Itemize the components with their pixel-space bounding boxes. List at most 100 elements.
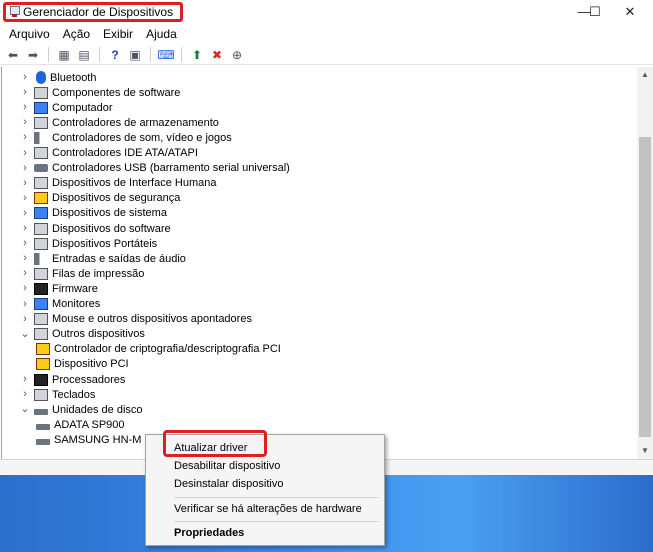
tree-item-label: Firmware: [52, 282, 98, 295]
close-button[interactable]: ✕: [607, 0, 653, 24]
tree-row[interactable]: › Dispositivos de sistema: [20, 206, 167, 221]
chevron-right-icon[interactable]: ›: [20, 70, 30, 85]
tree-row[interactable]: › Dispositivos Portáteis: [20, 236, 157, 251]
toolbar-separator: [150, 47, 151, 62]
chevron-right-icon[interactable]: ›: [20, 130, 30, 145]
tree-item-label: Bluetooth: [50, 71, 97, 84]
chevron-right-icon[interactable]: ›: [20, 297, 30, 312]
menu-acao[interactable]: Ação: [62, 26, 91, 42]
tree-row[interactable]: › Componentes de software: [20, 85, 180, 100]
toolbar: ⬅ ➡ ▦ ▤ ? ▣ ⌨ ⬆ ✖ ⊕: [0, 45, 653, 65]
tree-row[interactable]: › Dispositivos de segurança: [20, 191, 180, 206]
tree-item-label: Teclados: [52, 388, 96, 401]
tree-item-label: Dispositivos de Interface Humana: [52, 177, 217, 190]
properties-grid-icon[interactable]: ▦: [55, 46, 73, 63]
menu-ajuda[interactable]: Ajuda: [145, 26, 178, 42]
tree-item-label: Computador: [52, 101, 113, 114]
firmware-icon: [34, 282, 48, 295]
tree-row[interactable]: ADATA SP900: [36, 417, 125, 432]
update-driver-highlight: [163, 430, 267, 457]
system-device-icon: [34, 207, 48, 220]
tree-item-label: Entradas e saídas de áudio: [52, 252, 186, 265]
update-driver-icon[interactable]: ⊕: [228, 46, 246, 63]
software-component-icon: [34, 86, 48, 99]
chevron-down-icon[interactable]: ⌄: [20, 327, 30, 342]
scroll-down-icon[interactable]: ▼: [637, 443, 653, 459]
tree-row[interactable]: › Firmware: [20, 281, 98, 296]
context-disable-device[interactable]: Desabilitar dispositivo: [146, 457, 384, 475]
tree-row[interactable]: › Mouse e outros dispositivos apontadores: [20, 312, 252, 327]
vertical-scrollbar[interactable]: ▲ ▼: [637, 67, 653, 459]
chevron-right-icon[interactable]: ›: [20, 236, 30, 251]
context-properties[interactable]: Propriedades: [146, 524, 384, 542]
chevron-right-icon[interactable]: ›: [20, 221, 30, 236]
disk-drive-icon: [34, 408, 48, 415]
forward-icon[interactable]: ➡: [24, 46, 42, 63]
tree-row[interactable]: › Entradas e saídas de áudio: [20, 251, 186, 266]
tree-row[interactable]: › Teclados: [20, 387, 95, 402]
storage-controller-icon: [34, 116, 48, 129]
tree-row[interactable]: ⌄ Outros dispositivos: [20, 327, 145, 342]
toolbar-separator: [48, 47, 49, 62]
menu-bar: Arquivo Ação Exibir Ajuda: [0, 25, 653, 43]
context-uninstall-device[interactable]: Desinstalar dispositivo: [146, 475, 384, 493]
chevron-right-icon[interactable]: ›: [20, 251, 30, 266]
tree-row[interactable]: › Filas de impressão: [20, 266, 144, 281]
tree-item-label: Componentes de software: [52, 86, 181, 99]
chevron-right-icon[interactable]: ›: [20, 161, 30, 176]
chevron-right-icon[interactable]: ›: [20, 206, 30, 221]
chevron-right-icon[interactable]: ›: [20, 100, 30, 115]
chevron-down-icon[interactable]: ⌄: [20, 402, 30, 417]
bluetooth-icon: [36, 71, 46, 84]
tree-item-label: Dispositivo PCI: [54, 358, 129, 371]
scroll-up-icon[interactable]: ▲: [637, 67, 653, 83]
context-scan-hardware[interactable]: Verificar se há alterações de hardware: [146, 500, 384, 518]
tree-item-label: Monitores: [52, 298, 101, 310]
scroll-thumb[interactable]: [639, 137, 651, 437]
chevron-right-icon[interactable]: ›: [20, 146, 30, 161]
add-driver-icon[interactable]: ⬆: [188, 46, 206, 63]
chevron-right-icon[interactable]: ›: [20, 115, 30, 130]
tree-row[interactable]: › Monitores: [20, 297, 100, 312]
device-manager-app-icon: [9, 6, 20, 18]
chevron-right-icon[interactable]: ›: [20, 372, 30, 387]
tree-row[interactable]: › Computador: [20, 100, 113, 115]
tree-item-label: Filas de impressão: [52, 267, 145, 280]
back-icon[interactable]: ⬅: [4, 46, 22, 63]
tree-row[interactable]: ⌄ Unidades de disco: [20, 402, 142, 417]
chevron-right-icon[interactable]: ›: [20, 266, 30, 281]
menu-arquivo[interactable]: Arquivo: [8, 26, 51, 42]
ide-icon: [34, 147, 48, 159]
chevron-right-icon[interactable]: ›: [20, 176, 30, 191]
tree-item-label: SAMSUNG HN-M: [54, 433, 142, 446]
tree-row[interactable]: SAMSUNG HN-M: [36, 432, 141, 447]
tree-row[interactable]: › Controladores de armazenamento: [20, 115, 219, 130]
printer-icon: [34, 267, 48, 280]
disk-drive-icon: [36, 438, 50, 445]
usb-icon: [34, 164, 48, 173]
tree-row[interactable]: › Processadores: [20, 372, 125, 387]
tree-row[interactable]: › Dispositivos de Interface Humana: [20, 176, 216, 191]
tree-row[interactable]: › Controladores IDE ATA/ATAPI: [20, 146, 198, 161]
details-icon[interactable]: ▣: [126, 46, 144, 63]
chevron-right-icon[interactable]: ›: [20, 312, 30, 327]
help-icon[interactable]: ?: [106, 46, 124, 63]
menu-exibir[interactable]: Exibir: [102, 26, 134, 42]
tree-row[interactable]: › Controladores USB (barramento serial un…: [20, 161, 290, 176]
device-manager-window: Gerenciador de Dispositivos — ☐ ✕ Arquiv…: [0, 0, 653, 552]
hid-icon: [34, 177, 48, 190]
chevron-right-icon[interactable]: ›: [20, 85, 30, 100]
chevron-right-icon[interactable]: ›: [20, 281, 30, 296]
tree-row[interactable]: › Bluetooth: [20, 70, 96, 85]
tree-row[interactable]: › Dispositivos do software: [20, 221, 171, 236]
tree-row[interactable]: Dispositivo PCI: [36, 357, 129, 372]
software-device-icon: [34, 222, 48, 235]
tree-row[interactable]: Controlador de criptografia/descriptogra…: [36, 342, 281, 357]
view-list-icon[interactable]: ▤: [75, 46, 93, 63]
uninstall-x-icon[interactable]: ✖: [208, 46, 226, 63]
monitor-scan-icon[interactable]: ⌨: [157, 46, 175, 63]
tree-row[interactable]: › Controladores de som, vídeo e jogos: [20, 130, 232, 145]
chevron-right-icon[interactable]: ›: [20, 191, 30, 206]
tree-item-label: Outros dispositivos: [52, 328, 145, 341]
chevron-right-icon[interactable]: ›: [20, 387, 30, 402]
